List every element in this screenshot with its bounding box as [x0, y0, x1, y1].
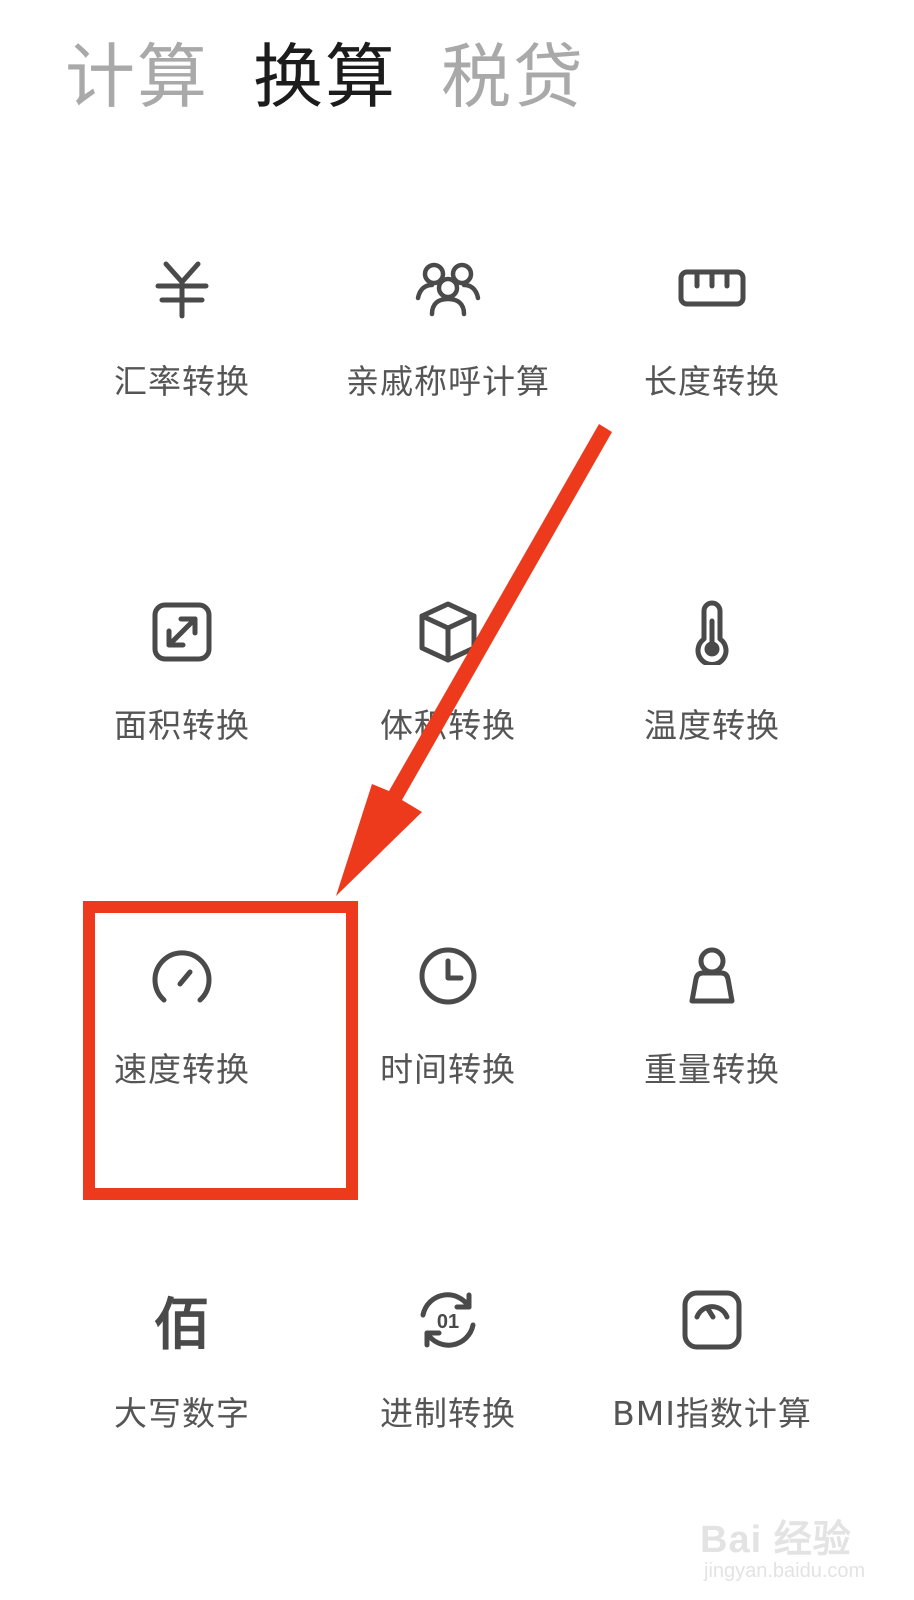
tool-bmi[interactable]: BMI指数计算 — [592, 1280, 832, 1540]
yuan-currency-icon — [142, 248, 222, 328]
tool-time[interactable]: 时间转换 — [328, 936, 568, 1196]
tool-grid: 汇率转换 亲戚称呼计算 长度转换 面积转换 体积转换 温度转换 速度转换 时间转… — [0, 0, 914, 1600]
tool-volume[interactable]: 体积转换 — [328, 592, 568, 852]
tool-length[interactable]: 长度转换 — [592, 248, 832, 508]
tool-label: 重量转换 — [644, 1050, 780, 1089]
tool-exchange-rate[interactable]: 汇率转换 — [62, 248, 302, 508]
weight-icon — [672, 936, 752, 1016]
tool-label: 温度转换 — [644, 706, 780, 745]
tool-uppercase-number[interactable]: 佰 大写数字 — [62, 1280, 302, 1540]
speedometer-icon — [142, 936, 222, 1016]
tool-area[interactable]: 面积转换 — [62, 592, 302, 852]
ruler-icon — [672, 248, 752, 328]
tool-label: 面积转换 — [114, 706, 250, 745]
tool-relatives[interactable]: 亲戚称呼计算 — [328, 248, 568, 508]
tool-temperature[interactable]: 温度转换 — [592, 592, 832, 852]
tool-base-conversion[interactable]: 01 进制转换 — [328, 1280, 568, 1540]
tool-label: 亲戚称呼计算 — [346, 362, 550, 401]
tool-label: 进制转换 — [380, 1394, 516, 1433]
tool-label: 大写数字 — [114, 1394, 250, 1433]
tool-label: 长度转换 — [644, 362, 780, 401]
bai-character-glyph: 佰 — [154, 1292, 210, 1358]
binary-digits: 01 — [437, 1311, 459, 1333]
thermometer-icon — [672, 592, 752, 672]
tool-label: BMI指数计算 — [612, 1394, 812, 1433]
tool-weight[interactable]: 重量转换 — [592, 936, 832, 1196]
cube-icon — [408, 592, 488, 672]
expand-square-icon — [142, 592, 222, 672]
tool-label: 汇率转换 — [114, 362, 250, 401]
bai-character-icon: 佰 — [142, 1280, 222, 1360]
tool-label: 时间转换 — [380, 1050, 516, 1089]
relatives-people-icon — [408, 248, 488, 328]
tool-label: 速度转换 — [114, 1050, 250, 1089]
tool-speed[interactable]: 速度转换 — [62, 936, 302, 1196]
clock-icon — [408, 936, 488, 1016]
scale-gauge-icon — [672, 1280, 752, 1360]
tool-label: 体积转换 — [380, 706, 516, 745]
binary-refresh-icon: 01 — [408, 1280, 488, 1360]
